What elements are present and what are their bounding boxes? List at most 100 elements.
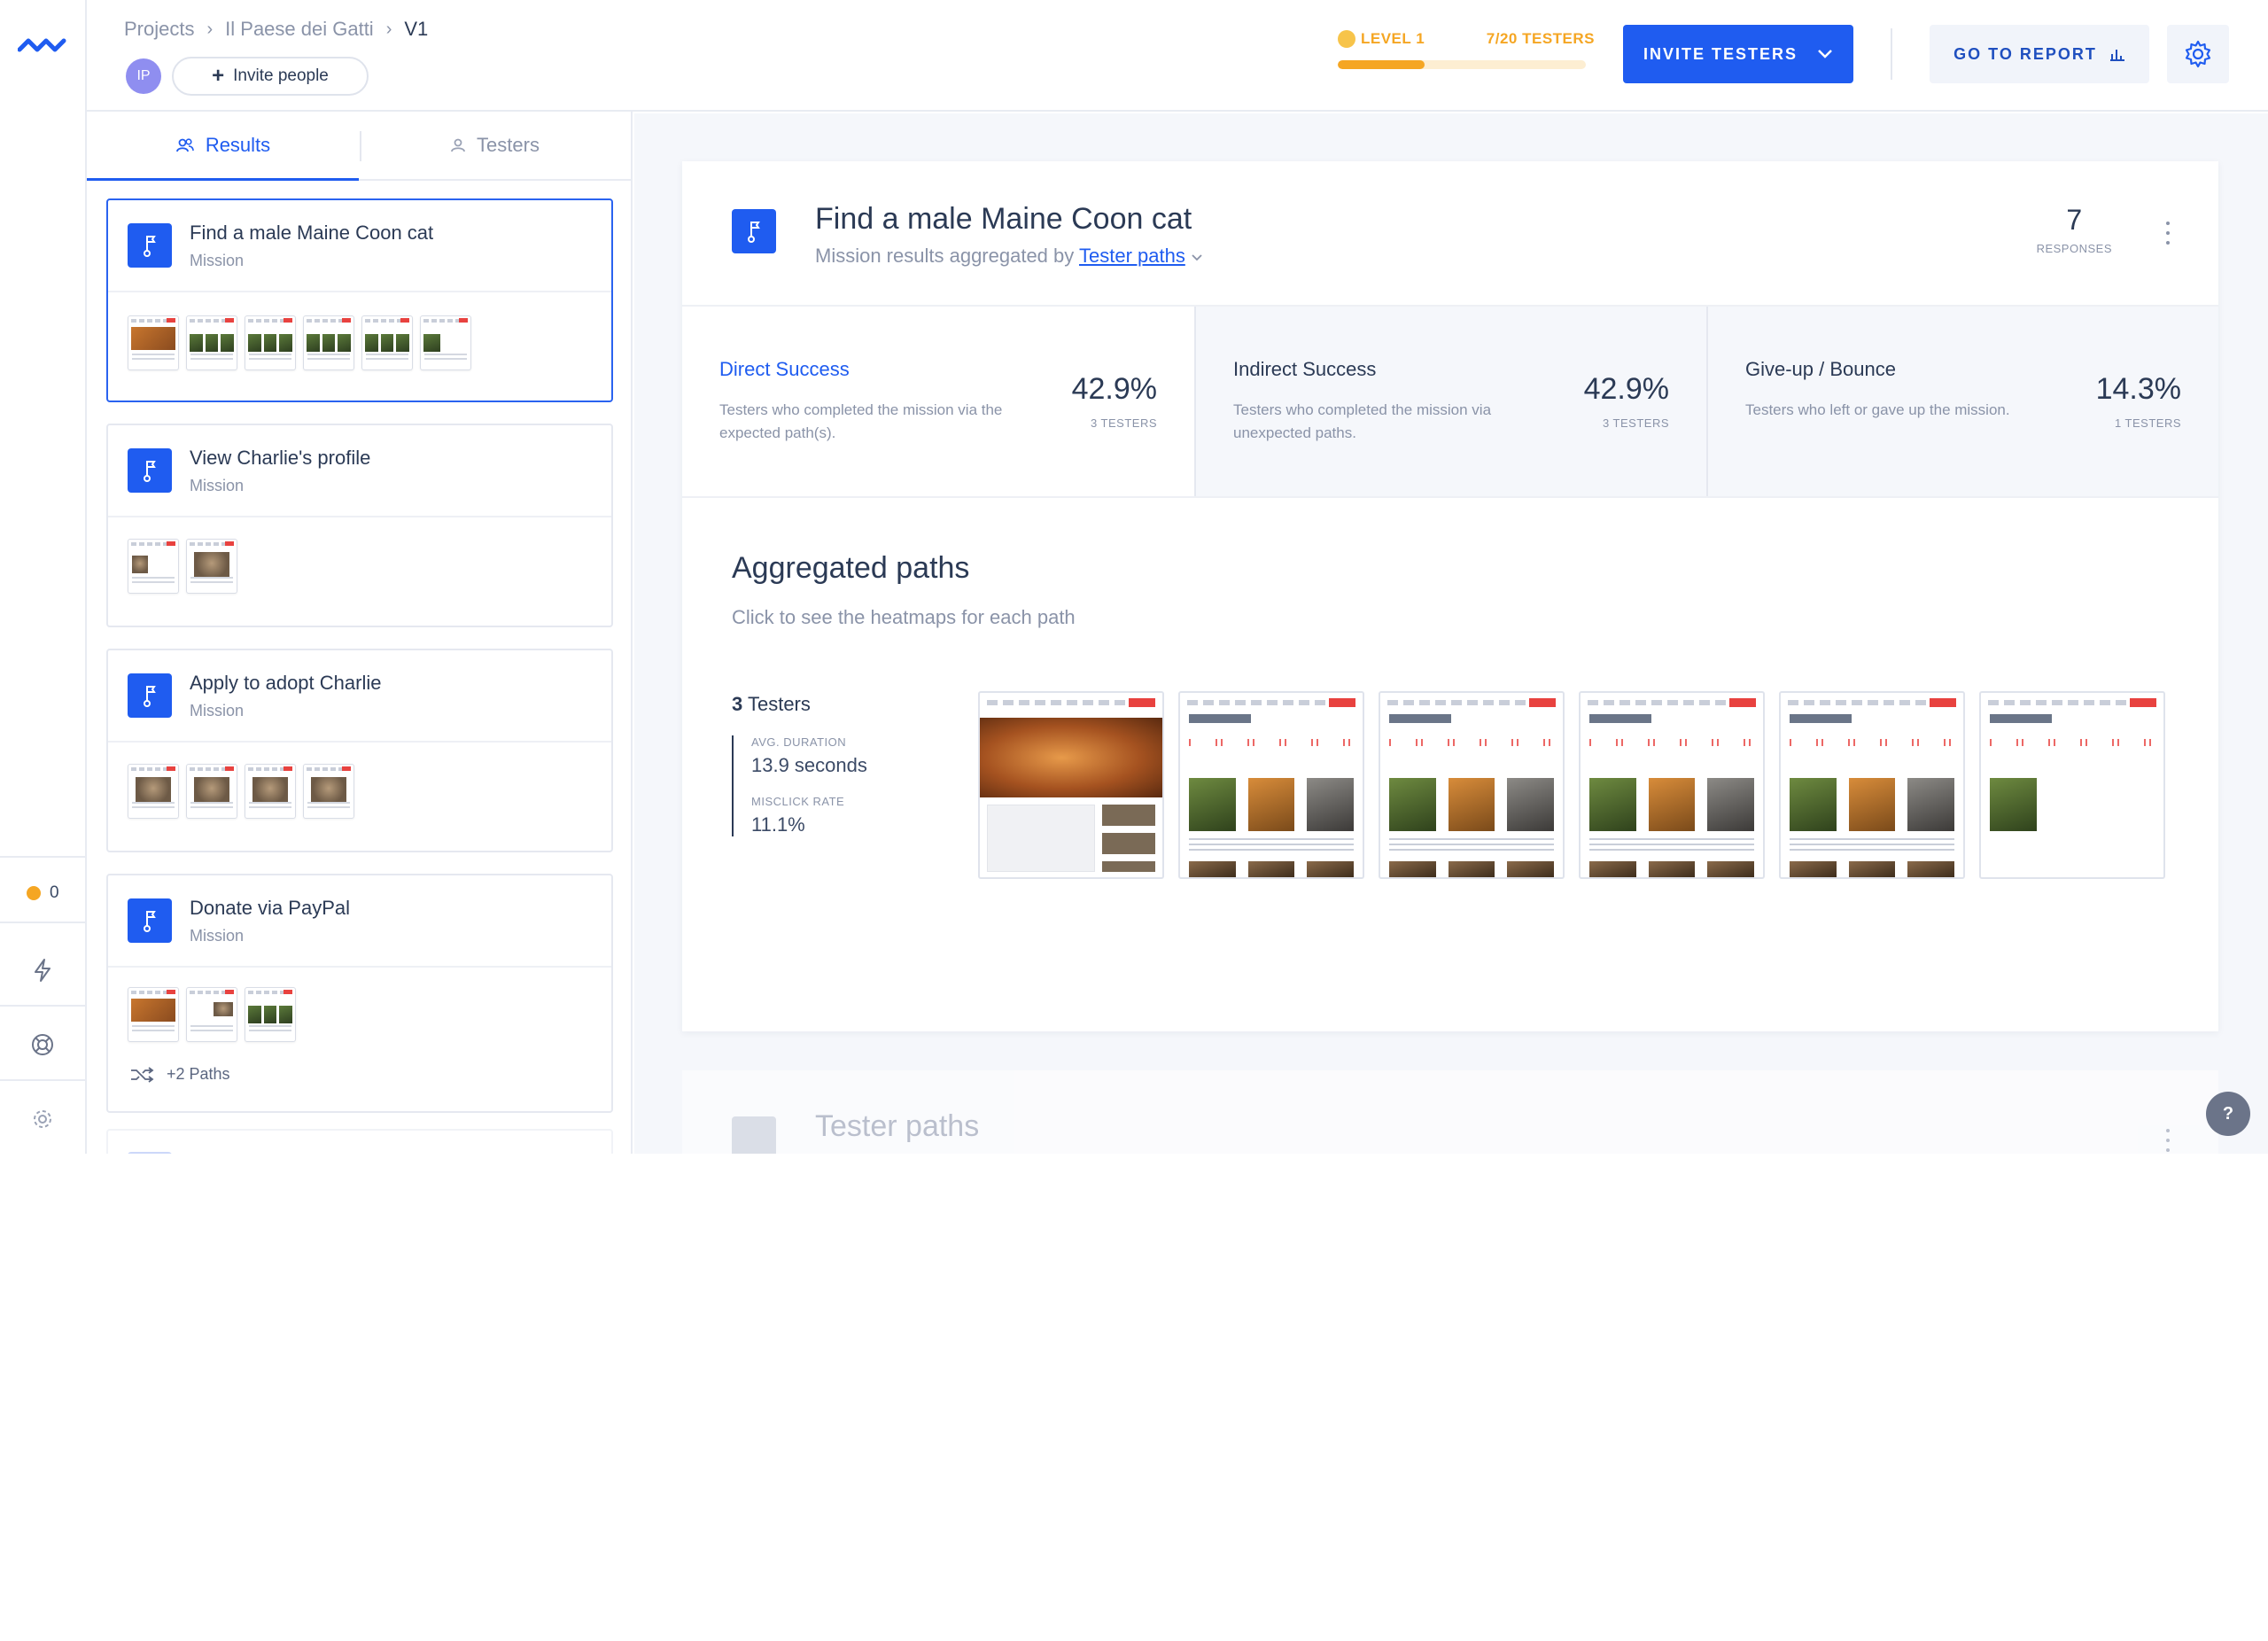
mission-card[interactable]: View Charlie's profile Mission	[106, 424, 613, 627]
tab-testers[interactable]: Testers	[359, 112, 631, 179]
mission-flag-icon	[128, 673, 172, 718]
path-screen-thumbnail[interactable]	[1379, 691, 1565, 879]
screen-thumbnail[interactable]	[128, 315, 179, 370]
path-screen-thumbnail[interactable]	[978, 691, 1164, 879]
responses-label: RESPONSES	[2036, 242, 2112, 255]
stat-description: Testers who completed the mission via th…	[719, 401, 1003, 441]
duration-value: 13.9 seconds	[751, 754, 867, 776]
credits-indicator[interactable]: 0	[27, 883, 59, 903]
screen-thumbnail[interactable]	[186, 315, 237, 370]
gear-icon	[2185, 40, 2211, 68]
level-progress-bar	[1338, 60, 1586, 69]
aggregation-selector[interactable]: Tester paths	[1079, 245, 1185, 267]
lightning-icon[interactable]	[29, 957, 56, 984]
rail-divider	[0, 922, 87, 923]
screen-thumbnail[interactable]	[303, 764, 354, 819]
stat-direct-success[interactable]: Direct Success Testers who completed the…	[682, 307, 1194, 496]
mission-header: Donate via PayPal Mission	[108, 875, 611, 968]
breadcrumb-current: V1	[404, 18, 429, 40]
settings-button[interactable]	[2167, 25, 2229, 83]
breadcrumb: Projects › Il Paese dei Gatti › V1	[124, 18, 428, 41]
avatar[interactable]: IP	[126, 58, 161, 94]
screen-thumbnail[interactable]	[303, 315, 354, 370]
path-testers-count: 3	[732, 693, 743, 715]
more-options-icon[interactable]	[2165, 222, 2171, 245]
tester-paths-title: Tester paths	[815, 1109, 980, 1143]
app-logo-icon[interactable]	[18, 34, 69, 55]
mission-card[interactable]	[106, 1129, 613, 1154]
mission-flag-icon	[128, 448, 172, 493]
aggregated-paths-title: Aggregated paths	[732, 551, 970, 585]
mission-type: Mission	[190, 702, 245, 719]
testers-count: 7/20 TESTERS	[1486, 30, 1595, 47]
mission-thumbnails	[128, 764, 354, 819]
misclick-label: MISCLICK RATE	[751, 795, 845, 808]
credit-dot-icon	[27, 886, 41, 900]
chevron-down-icon	[1818, 50, 1832, 58]
mission-card[interactable]: Apply to adopt Charlie Mission	[106, 649, 613, 852]
path-testers-word: Testers	[747, 693, 811, 715]
mission-title: Apply to adopt Charlie	[190, 672, 382, 694]
invite-people-label: Invite people	[233, 66, 329, 85]
mission-thumbnails	[128, 315, 471, 370]
gear-icon[interactable]	[29, 1106, 56, 1132]
rail-divider	[0, 1005, 87, 1007]
level-progress[interactable]: LEVEL 1 7/20 TESTERS	[1338, 30, 1595, 69]
path-screen-thumbnail[interactable]	[1579, 691, 1765, 879]
results-main: Find a male Maine Coon cat Mission resul…	[634, 113, 2268, 1154]
duration-label: AVG. DURATION	[751, 735, 847, 749]
mission-header: Find a male Maine Coon cat Mission	[108, 200, 611, 292]
mission-card[interactable]: Donate via PayPal Mission +2 Paths	[106, 874, 613, 1113]
level-progress-fill	[1338, 60, 1425, 69]
chevron-down-icon[interactable]	[1191, 253, 1203, 262]
mission-results-card: Find a male Maine Coon cat Mission resul…	[682, 161, 2218, 1031]
mission-flag-icon	[128, 1152, 172, 1154]
responses-count: 7 RESPONSES	[2037, 204, 2112, 255]
screen-thumbnail[interactable]	[128, 539, 179, 594]
subtitle-prefix: Mission results aggregated by	[815, 245, 1075, 267]
responses-value: 7	[2066, 204, 2083, 236]
bar-chart-icon	[2109, 50, 2124, 61]
stat-value: 14.3%	[2095, 372, 2181, 406]
mission-results-title: Find a male Maine Coon cat	[815, 202, 1192, 236]
screen-thumbnail[interactable]	[245, 987, 296, 1042]
shuffle-icon	[131, 1066, 154, 1083]
path-screen-thumbnail[interactable]	[1779, 691, 1965, 879]
go-to-report-button[interactable]: GO TO REPORT	[1930, 25, 2149, 83]
misclick-value: 11.1%	[751, 813, 805, 836]
screen-thumbnail[interactable]	[186, 987, 237, 1042]
more-options-icon[interactable]	[2165, 1129, 2171, 1152]
mission-flag-icon	[732, 209, 776, 253]
screen-thumbnail[interactable]	[128, 987, 179, 1042]
path-screen-thumbnail[interactable]	[1178, 691, 1364, 879]
stat-value: 42.9%	[1583, 372, 1669, 406]
stat-testers: 1 TESTERS	[2114, 416, 2181, 430]
more-paths-link[interactable]: +2 Paths	[129, 1065, 230, 1084]
screen-thumbnail[interactable]	[361, 315, 413, 370]
screen-thumbnail[interactable]	[245, 764, 296, 819]
screen-thumbnail[interactable]	[186, 764, 237, 819]
screen-thumbnail[interactable]	[128, 764, 179, 819]
help-button[interactable]: ?	[2206, 1092, 2250, 1136]
breadcrumb-projects[interactable]: Projects	[124, 18, 194, 41]
screen-thumbnail[interactable]	[245, 315, 296, 370]
tab-testers-label: Testers	[477, 134, 540, 156]
mission-type: Mission	[190, 252, 245, 269]
stat-give-up[interactable]: Give-up / Bounce Testers who left or gav…	[1706, 307, 2218, 496]
tab-results[interactable]: Results	[87, 112, 359, 181]
stat-indirect-success[interactable]: Indirect Success Testers who completed t…	[1194, 307, 1706, 496]
lifebuoy-icon[interactable]	[29, 1031, 56, 1058]
path-screen-thumbnail[interactable]	[1979, 691, 2165, 879]
mission-flag-icon	[128, 223, 172, 268]
invite-people-button[interactable]: + Invite people	[172, 57, 369, 96]
breadcrumb-project[interactable]: Il Paese dei Gatti	[225, 18, 374, 41]
top-bar: Projects › Il Paese dei Gatti › V1 IP + …	[87, 0, 2268, 112]
invite-testers-button[interactable]: INVITE TESTERS	[1623, 25, 1853, 83]
mission-results-subtitle: Mission results aggregated by Tester pat…	[815, 245, 1203, 268]
mission-card[interactable]: Find a male Maine Coon cat Mission	[106, 198, 613, 402]
outcome-stats: Direct Success Testers who completed the…	[682, 305, 2218, 498]
screen-thumbnail[interactable]	[186, 539, 237, 594]
smiley-icon	[1338, 30, 1355, 48]
screen-thumbnail[interactable]	[420, 315, 471, 370]
stat-title: Indirect Success	[1233, 358, 1377, 380]
